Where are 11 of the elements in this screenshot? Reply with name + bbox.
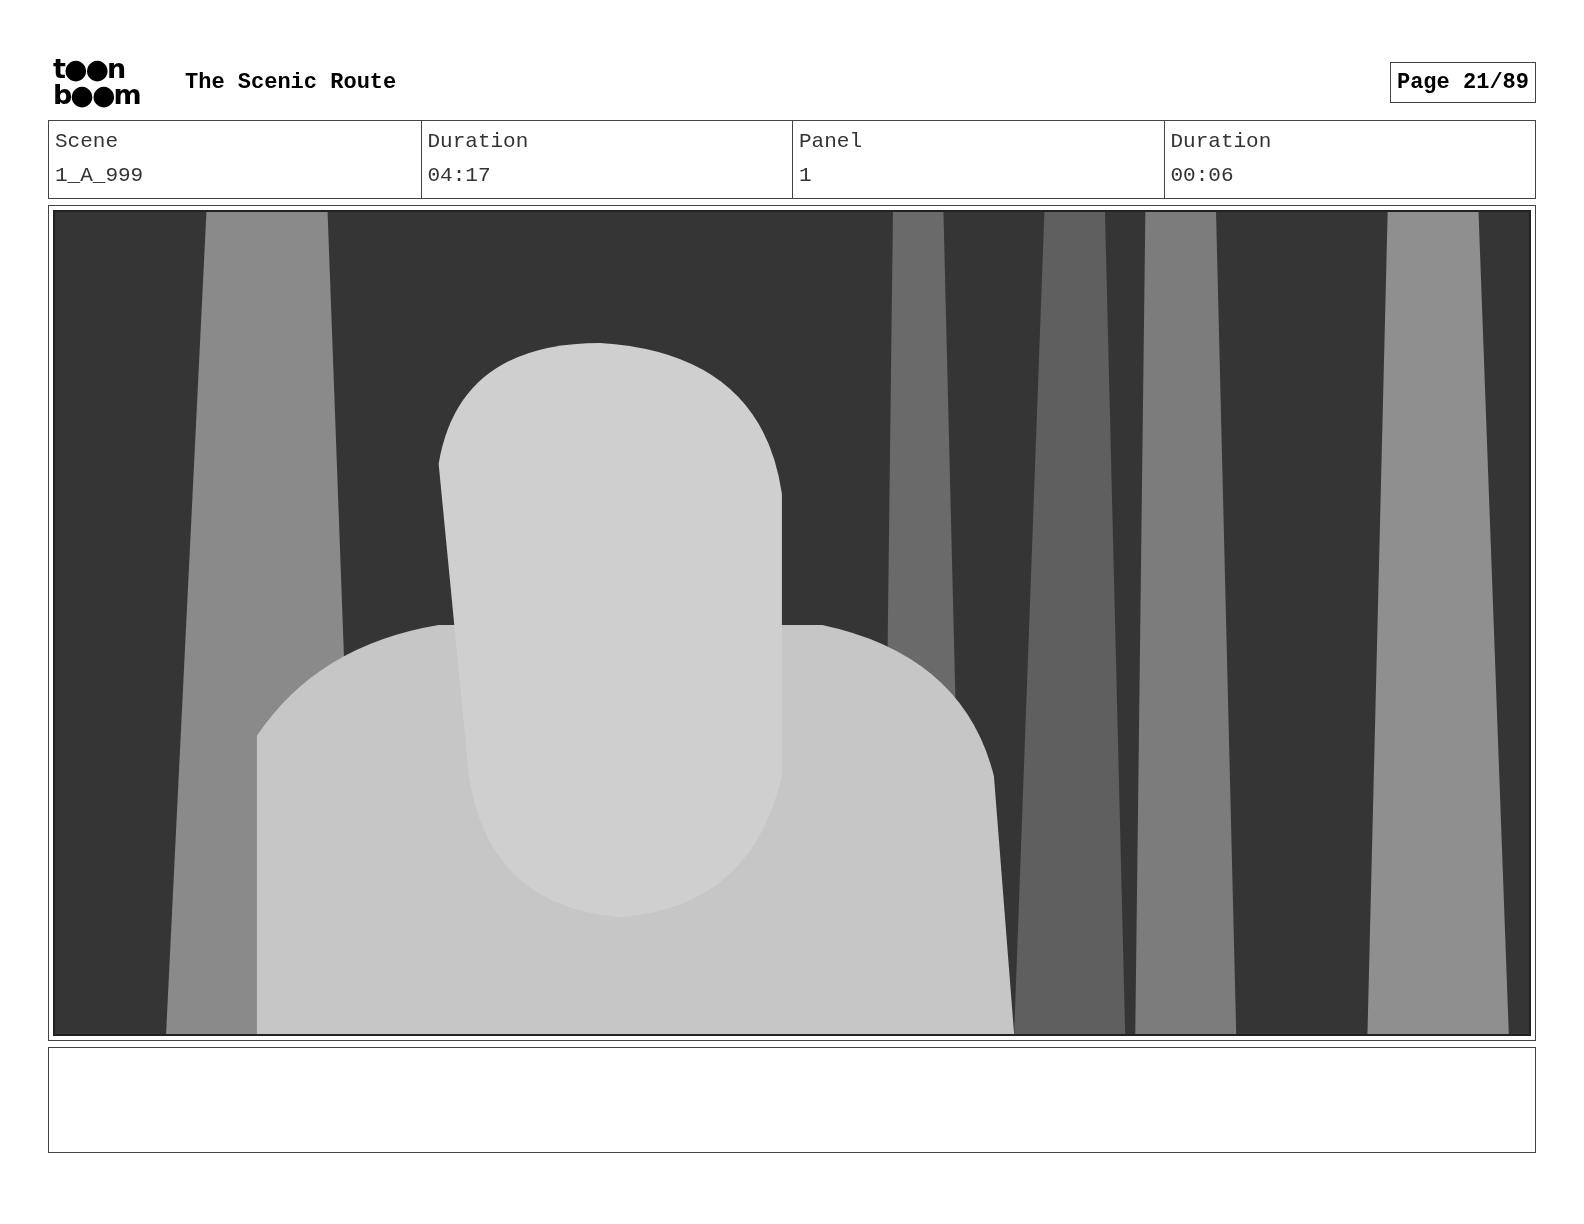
storyboard-title: The Scenic Route <box>185 69 397 95</box>
field-value: 1 <box>799 163 813 189</box>
field-label: Scene <box>55 129 119 155</box>
logo: t●●n b●●m <box>53 56 141 108</box>
field-value: 00:06 <box>1170 163 1235 189</box>
field-value: 04:17 <box>427 163 492 189</box>
field-value: 1_A_999 <box>55 163 145 189</box>
page-number: Page 21/89 <box>1389 61 1536 103</box>
field-label: Duration <box>1170 129 1273 155</box>
field-label: Panel <box>799 129 863 155</box>
field-label: Duration <box>427 129 530 155</box>
